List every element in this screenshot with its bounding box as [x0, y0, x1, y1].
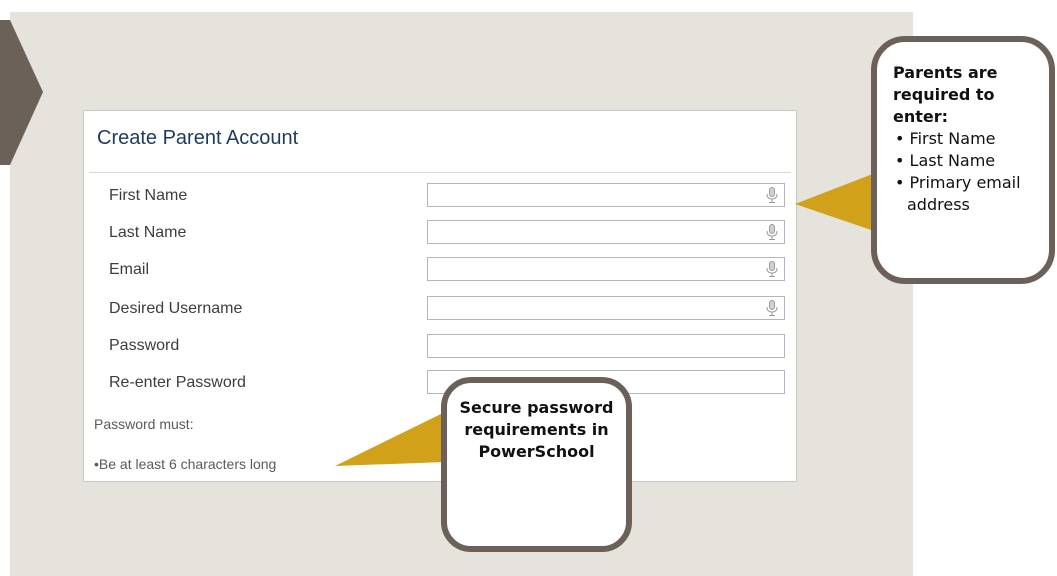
email-label: Email: [109, 261, 150, 278]
microphone-icon[interactable]: [766, 300, 778, 316]
form-title: Create Parent Account: [97, 127, 299, 149]
password-input[interactable]: [427, 334, 785, 358]
re-enter-password-label: Re-enter Password: [109, 374, 246, 391]
password-callout-pointer: [335, 412, 445, 466]
desired-username-label: Desired Username: [109, 300, 243, 317]
list-item: First Name: [893, 128, 1039, 150]
last-name-input[interactable]: [427, 220, 785, 244]
required-items-list: First Name Last Name Primary email addre…: [893, 128, 1039, 216]
password-label: Password: [109, 337, 180, 354]
chevron-right-icon: [0, 20, 43, 165]
required-callout-heading: Parents are required to enter:: [893, 63, 998, 126]
microphone-icon[interactable]: [766, 261, 778, 277]
required-fields-callout: Parents are required to enter: First Nam…: [871, 36, 1055, 284]
last-name-label: Last Name: [109, 224, 187, 241]
password-rule: •Be at least 6 characters long: [94, 456, 277, 472]
email-input[interactable]: [427, 257, 785, 281]
first-name-input[interactable]: [427, 183, 785, 207]
password-requirements-callout: Secure password requirements in PowerSch…: [441, 377, 632, 552]
password-callout-text: Secure password requirements in PowerSch…: [459, 398, 614, 461]
microphone-icon[interactable]: [766, 224, 778, 240]
password-note: Password must:: [94, 416, 194, 432]
first-name-label: First Name: [109, 187, 188, 204]
microphone-icon[interactable]: [766, 187, 778, 203]
list-item: Last Name: [893, 150, 1039, 172]
list-item: Primary email address: [893, 172, 1039, 216]
title-divider: [89, 172, 791, 173]
desired-username-input[interactable]: [427, 296, 785, 320]
